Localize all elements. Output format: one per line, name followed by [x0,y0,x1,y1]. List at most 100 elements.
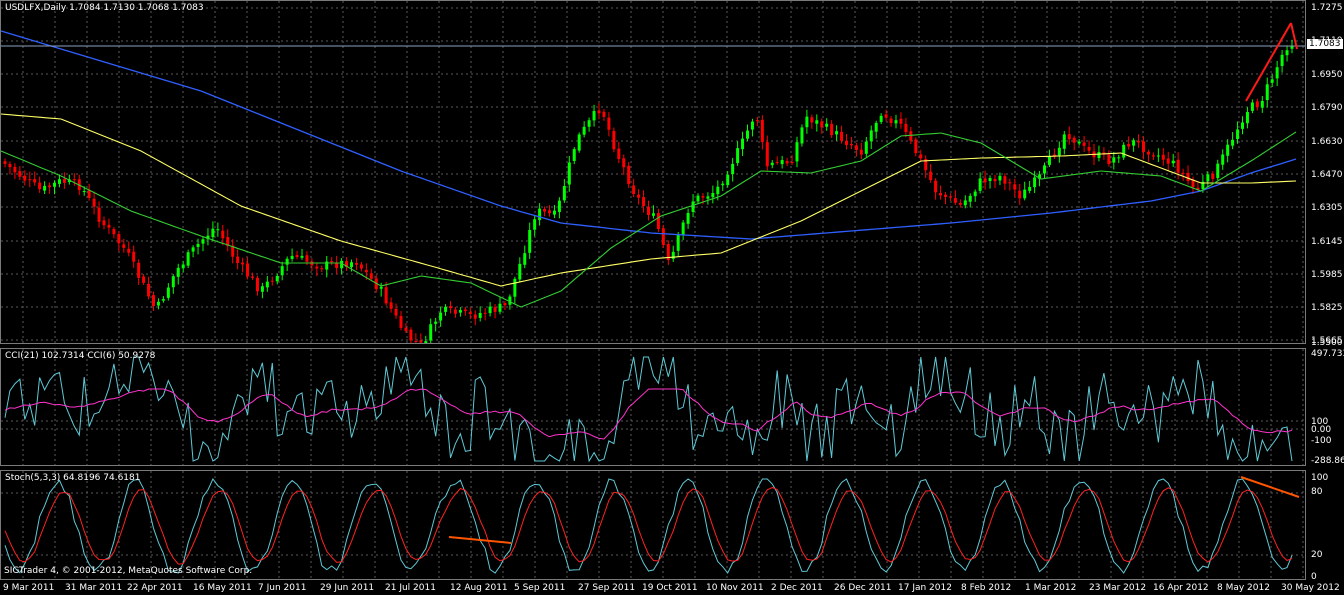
candle-body [28,179,32,181]
candle-body [1028,186,1032,191]
candle-body [1236,129,1240,140]
candle-body [364,269,368,273]
price-axis-label: 1.6305 [1311,203,1343,213]
candle-body [884,114,888,118]
candle-body [706,196,710,199]
candle-body [840,131,844,141]
candle-body [1151,155,1155,157]
candle-body [691,201,695,212]
candle-body [1127,144,1131,147]
time-axis-label: 9 Mar 2011 [3,583,55,593]
candle-body [255,277,259,292]
candle-body [453,309,457,314]
candle-body [874,122,878,132]
cci-chart [1,349,1305,465]
candle-body [166,287,170,298]
candle-body [1043,165,1046,174]
candle-body [1161,154,1165,160]
candle-body [449,306,452,309]
price-axis-label: 1.6630 [1311,137,1343,147]
candle-body [43,185,47,191]
price-axis-label: 1.5985 [1311,270,1343,280]
candle-body [805,116,809,128]
candle-body [1241,122,1244,129]
candle-body [1265,84,1269,101]
candle-body [72,179,76,181]
candle-body [161,299,165,301]
candle-body [97,207,101,222]
candle-body [8,163,12,168]
candle-body [300,255,304,258]
candle-body [859,149,863,155]
candle-body [716,186,720,195]
candle-body [617,148,621,160]
candle-body [587,120,591,127]
cci-indicator-panel[interactable]: CCI(21) 102.7314 CCI(6) 50.9278 [0,348,1306,466]
candle-body [904,123,908,132]
candle-body [275,275,279,282]
stochastic-indicator-panel[interactable]: Stoch(5,3,3) 64.8196 74.6181 [0,470,1306,580]
candle-body [1057,147,1061,156]
candle-body [48,185,52,188]
candle-body [260,286,264,292]
candle-body [696,195,700,202]
candle-body [647,206,650,215]
candle-body [543,208,547,212]
candle-body [1206,174,1210,182]
price-axis-label: 1.6145 [1311,237,1343,247]
price-axis-label: 1.6470 [1311,170,1343,180]
candle-body [815,120,819,124]
candle-body [948,196,952,198]
candle-body [622,158,626,168]
candle-body [1211,173,1215,179]
time-axis-label: 26 Dec 2011 [834,583,892,593]
cci-21-line [4,356,1293,463]
candle-body [246,263,250,277]
candle-body [577,134,581,151]
candle-body [1156,155,1160,157]
candle-body [117,233,121,244]
candle-body [1171,160,1175,164]
candle-body [1226,144,1230,156]
cci-axis-label: 497.733 [1311,349,1344,359]
candle-body [315,266,319,269]
candle-body [1008,182,1012,184]
candle-body [468,312,472,315]
candle-body [251,276,254,278]
candle-body [919,154,923,159]
candle-body [127,248,131,253]
candle-body [493,307,497,312]
candle-body [181,264,185,269]
candle-body [53,182,56,187]
candle-body [864,141,868,154]
candle-body [944,194,947,197]
candle-body [429,324,433,341]
candle-body [1107,154,1111,165]
candle-body [627,165,631,185]
candle-body [13,166,17,173]
price-chart-panel[interactable]: USDLFX,Daily 1.7084 1.7130 1.7068 1.7083 [0,0,1306,344]
candle-body [112,229,116,235]
candle-body [33,179,37,183]
candle-body [1052,154,1056,156]
candle-body [1181,172,1185,174]
candle-body [295,255,299,258]
candle-body [444,306,448,312]
time-axis-label: 8 Feb 2012 [961,583,1012,593]
candle-body [765,142,769,167]
candle-body [671,251,675,259]
candle-body [404,327,408,331]
candle-body [241,262,245,265]
candle-body [107,224,111,228]
candle-body [201,239,205,244]
candle-body [845,140,848,145]
candle-body [1221,154,1225,165]
candle-body [132,251,136,262]
candle-body [755,120,759,122]
candle-body [57,179,61,184]
price-chart-title: USDLFX,Daily 1.7084 1.7130 1.7068 1.7083 [5,3,204,13]
candle-body [87,190,91,198]
candle-body [835,131,839,135]
candle-body [488,306,492,314]
candle-body [582,126,586,135]
